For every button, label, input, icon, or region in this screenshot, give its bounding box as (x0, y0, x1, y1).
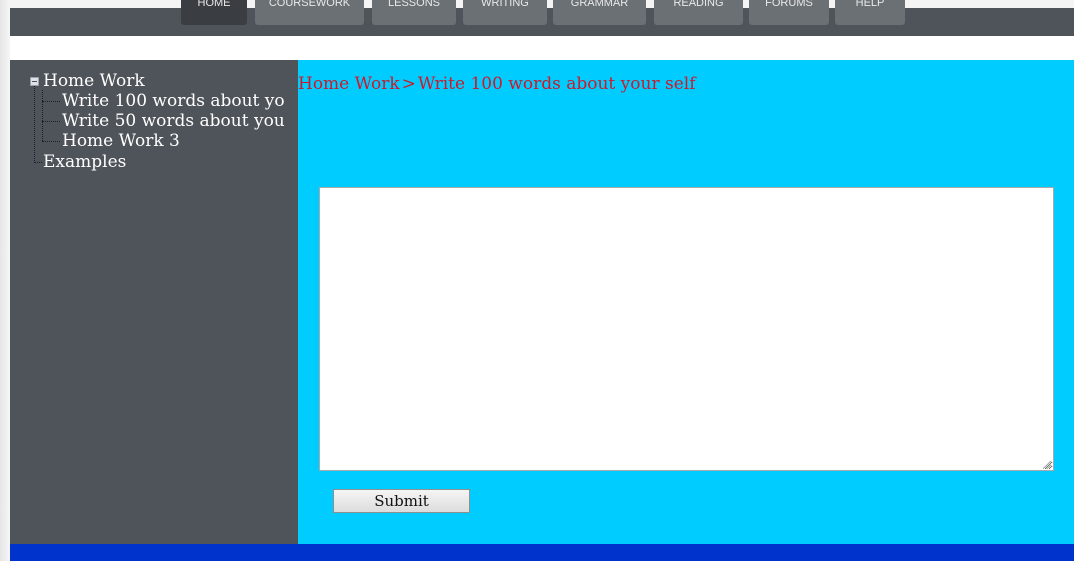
tree-line (42, 121, 60, 122)
header-spacer (10, 36, 1074, 60)
tree-item-write-50-words[interactable]: Write 50 words about your friend (62, 111, 285, 131)
nav-tab-label: COURSEWORK (268, 0, 351, 9)
sidebar: Home Work Write 100 words about your sel… (10, 60, 298, 544)
breadcrumb-parent[interactable]: Home Work (298, 74, 400, 94)
top-navbar: HOME COURSEWORK LESSONS WRITING GRAMMAR … (10, 0, 1074, 36)
collapse-toggle-icon[interactable] (30, 77, 39, 86)
breadcrumb: Home Work > Write 100 words about your sel… (298, 74, 696, 94)
nav-tab-label: LESSONS (388, 0, 440, 9)
nav-tab-label: HOME (197, 0, 231, 9)
nav-tab-label: WRITING (481, 0, 529, 9)
tree-item-home-work[interactable]: Home Work (43, 71, 145, 91)
tree-line (34, 85, 35, 163)
tree-item-home-work-3[interactable]: Home Work 3 (62, 131, 180, 151)
tree-line (34, 162, 42, 163)
breadcrumb-separator: > (401, 74, 416, 94)
resize-grip-icon[interactable] (1043, 461, 1051, 469)
page-frame (0, 0, 10, 561)
tree-line (42, 101, 60, 102)
nav-tab-writing[interactable]: WRITING (463, 0, 547, 25)
nav-tab-lessons[interactable]: LESSONS (372, 0, 456, 25)
nav-tab-label: GRAMMAR (570, 0, 629, 9)
submit-button[interactable]: Submit (333, 489, 470, 513)
main-content: Home Work > Write 100 words about your sel… (298, 60, 1074, 544)
footer-bar (10, 544, 1074, 561)
tree-line (42, 90, 43, 141)
nav-tab-label: FORUMS (765, 0, 813, 9)
nav-tab-home[interactable]: HOME (181, 0, 247, 25)
nav-tab-forums[interactable]: FORUMS (749, 0, 829, 25)
answer-textarea[interactable] (319, 187, 1054, 471)
breadcrumb-current: Write 100 words about your self (417, 74, 696, 94)
tree-line (42, 141, 60, 142)
nav-tab-label: READING (673, 0, 724, 9)
nav-tab-coursework[interactable]: COURSEWORK (255, 0, 364, 25)
homework-tree: Home Work Write 100 words about your sel… (10, 60, 285, 190)
nav-tab-reading[interactable]: READING (654, 0, 743, 25)
nav-tab-help[interactable]: HELP (835, 0, 905, 25)
tree-item-examples[interactable]: Examples (43, 152, 126, 172)
tree-item-write-100-words[interactable]: Write 100 words about your self (62, 91, 285, 111)
nav-tab-grammar[interactable]: GRAMMAR (553, 0, 646, 25)
nav-tab-label: HELP (855, 0, 885, 9)
